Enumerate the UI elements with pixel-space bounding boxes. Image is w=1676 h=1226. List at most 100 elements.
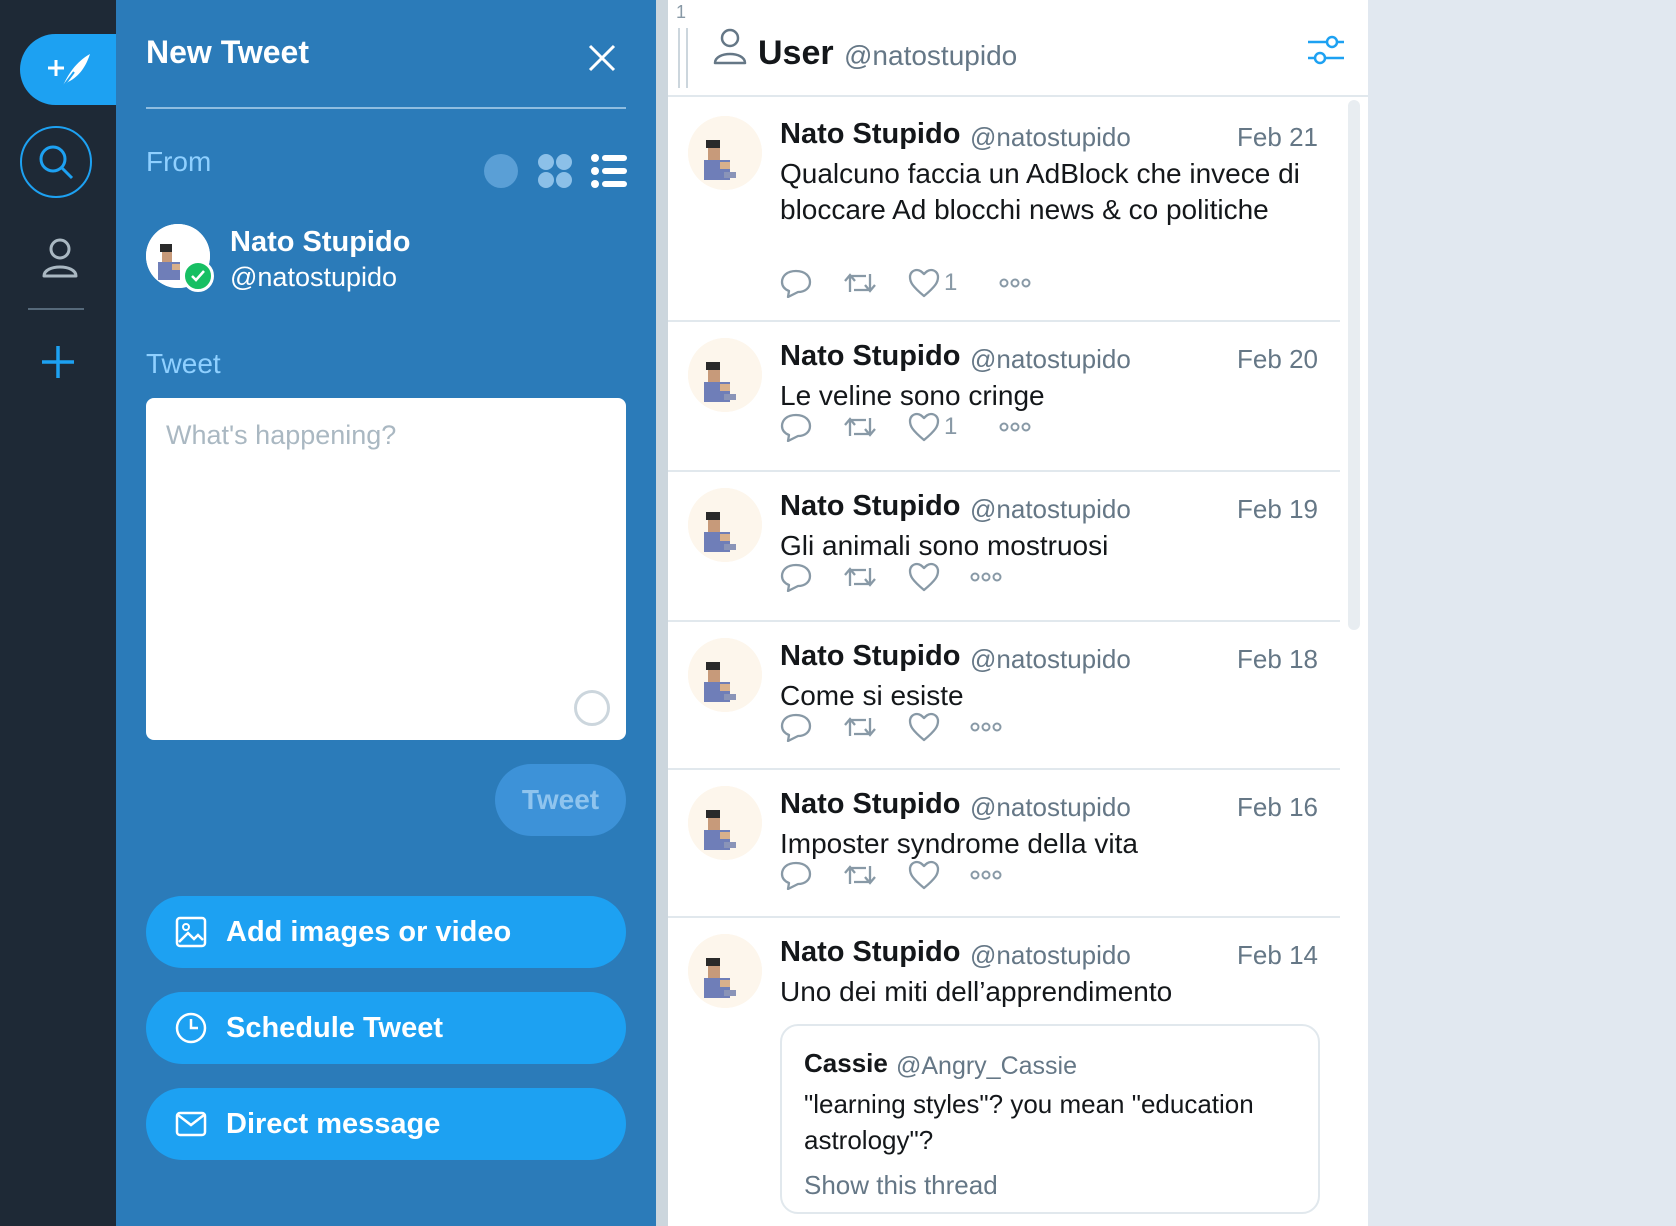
tweet-date[interactable]: Feb 19 — [1237, 494, 1318, 525]
scrollbar-thumb[interactable] — [1348, 100, 1360, 630]
tweet-actions — [780, 562, 1032, 592]
avatar[interactable] — [688, 934, 762, 1008]
close-icon — [588, 44, 616, 72]
from-label: From — [146, 146, 212, 177]
tweet-author-name[interactable]: Nato Stupido — [780, 340, 960, 373]
tweet-author-handle[interactable]: @natostupido — [970, 494, 1131, 525]
reply-icon[interactable] — [780, 712, 812, 742]
more-icon[interactable] — [970, 722, 1002, 732]
direct-message-button[interactable]: Direct message — [146, 1088, 626, 1160]
tweet-item[interactable]: Nato Stupido @natostupido Feb 14 Uno dei… — [668, 918, 1340, 1226]
tweet-date[interactable]: Feb 14 — [1237, 940, 1318, 971]
nav-profile-button[interactable] — [30, 230, 90, 286]
like-icon[interactable] — [908, 562, 940, 592]
compose-button[interactable] — [20, 34, 116, 105]
tweet-text: Imposter syndrome della vita — [780, 828, 1138, 859]
quote-author-handle: @Angry_Cassie — [896, 1052, 1078, 1080]
user-icon — [42, 238, 78, 278]
like-icon[interactable]: 1 — [908, 412, 957, 442]
character-count-ring — [574, 690, 610, 726]
avatar[interactable] — [688, 786, 762, 860]
tweet-author-name[interactable]: Nato Stupido — [780, 788, 960, 821]
tweet-actions: 1 — [780, 268, 1061, 298]
tweet-item[interactable]: Nato Stupido @natostupido Feb 18 Come si… — [668, 622, 1340, 770]
avatar[interactable] — [688, 638, 762, 712]
more-icon[interactable] — [999, 278, 1031, 288]
tweet-actions — [780, 712, 1032, 742]
search-icon — [39, 145, 74, 180]
grid-view-toggle[interactable] — [536, 152, 574, 190]
add-media-button[interactable]: Add images or video — [146, 896, 626, 968]
column-settings-icon[interactable] — [1304, 28, 1348, 72]
tweet-input[interactable] — [146, 398, 626, 740]
reply-icon[interactable] — [780, 412, 812, 442]
retweet-icon[interactable] — [842, 268, 878, 298]
tweet-date[interactable]: Feb 16 — [1237, 792, 1318, 823]
retweet-icon[interactable] — [842, 860, 878, 890]
tweet-actions — [780, 860, 1032, 890]
single-account-toggle[interactable] — [482, 152, 520, 190]
tweet-author-handle[interactable]: @natostupido — [970, 644, 1131, 675]
tweet-author-name[interactable]: Nato Stupido — [780, 936, 960, 969]
reply-icon[interactable] — [780, 268, 812, 298]
quoted-tweet[interactable]: Cassie @Angry_Cassie "learning styles"? … — [780, 1024, 1320, 1214]
tweet-text: Qualcuno faccia un AdBlock che invece di… — [780, 158, 1300, 225]
reply-icon[interactable] — [780, 562, 812, 592]
tweet-author-handle[interactable]: @natostupido — [970, 940, 1131, 971]
tweet-text: Uno dei miti dell’apprendimento — [780, 976, 1173, 1007]
nav-search-button[interactable] — [20, 126, 92, 198]
retweet-icon[interactable] — [842, 712, 878, 742]
account-view-toggles — [482, 152, 628, 190]
schedule-tweet-button[interactable]: Schedule Tweet — [146, 992, 626, 1064]
column-title: User — [758, 34, 834, 72]
envelope-icon — [174, 1107, 208, 1141]
panel-gutter — [656, 0, 668, 1226]
column-drag-handle[interactable] — [678, 28, 688, 88]
retweet-icon[interactable] — [842, 562, 878, 592]
more-icon[interactable] — [970, 572, 1002, 582]
tweet-label: Tweet — [146, 348, 221, 379]
more-icon[interactable] — [970, 870, 1002, 880]
compose-divider — [146, 107, 626, 109]
avatar[interactable] — [688, 488, 762, 562]
tweet-date[interactable]: Feb 20 — [1237, 344, 1318, 375]
add-media-label: Add images or video — [226, 915, 512, 948]
tweet-date[interactable]: Feb 18 — [1237, 644, 1318, 675]
tweet-author-handle[interactable]: @natostupido — [970, 122, 1131, 153]
like-icon[interactable] — [908, 860, 940, 890]
reply-icon[interactable] — [780, 860, 812, 890]
tweet-date[interactable]: Feb 21 — [1237, 122, 1318, 153]
tweet-actions: 1 — [780, 412, 1061, 442]
tweet-item[interactable]: Nato Stupido @natostupido Feb 16 Imposte… — [668, 770, 1340, 918]
quote-text: "learning styles"? you mean "education a… — [804, 1089, 1254, 1155]
tweet-text: Gli animali sono mostruosi — [780, 530, 1109, 561]
avatar[interactable] — [688, 338, 762, 412]
retweet-icon[interactable] — [842, 412, 878, 442]
quote-author-name: Cassie — [804, 1048, 888, 1078]
verified-check-icon — [182, 260, 214, 292]
like-icon[interactable] — [908, 712, 940, 742]
schedule-label: Schedule Tweet — [226, 1011, 444, 1044]
tweet-author-name[interactable]: Nato Stupido — [780, 490, 960, 523]
like-icon[interactable]: 1 — [908, 268, 957, 298]
tweet-author-handle[interactable]: @natostupido — [970, 344, 1131, 375]
list-view-toggle[interactable] — [590, 152, 628, 190]
tweet-author-handle[interactable]: @natostupido — [970, 792, 1131, 823]
clock-icon — [174, 1011, 208, 1045]
tweet-item[interactable]: Nato Stupido @natostupido Feb 19 Gli ani… — [668, 472, 1340, 622]
more-icon[interactable] — [999, 422, 1031, 432]
image-icon — [174, 915, 208, 949]
show-thread-link[interactable]: Show this thread — [804, 1170, 998, 1201]
column-header[interactable]: 1 User @natostupido — [668, 0, 1368, 97]
nav-divider — [28, 308, 84, 310]
close-button[interactable] — [582, 38, 622, 78]
tweet-item[interactable]: Nato Stupido @natostupido Feb 20 Le veli… — [668, 322, 1340, 472]
tweet-item[interactable]: Nato Stupido @natostupido Feb 21 Qualcun… — [668, 100, 1340, 322]
tweet-submit-button[interactable]: Tweet — [495, 764, 626, 836]
like-count: 1 — [944, 269, 958, 296]
tweet-author-name[interactable]: Nato Stupido — [780, 640, 960, 673]
tweet-text: Come si esiste — [780, 680, 964, 711]
nav-add-column-button[interactable] — [30, 334, 86, 390]
avatar[interactable] — [688, 116, 762, 190]
tweet-author-name[interactable]: Nato Stupido — [780, 118, 960, 151]
